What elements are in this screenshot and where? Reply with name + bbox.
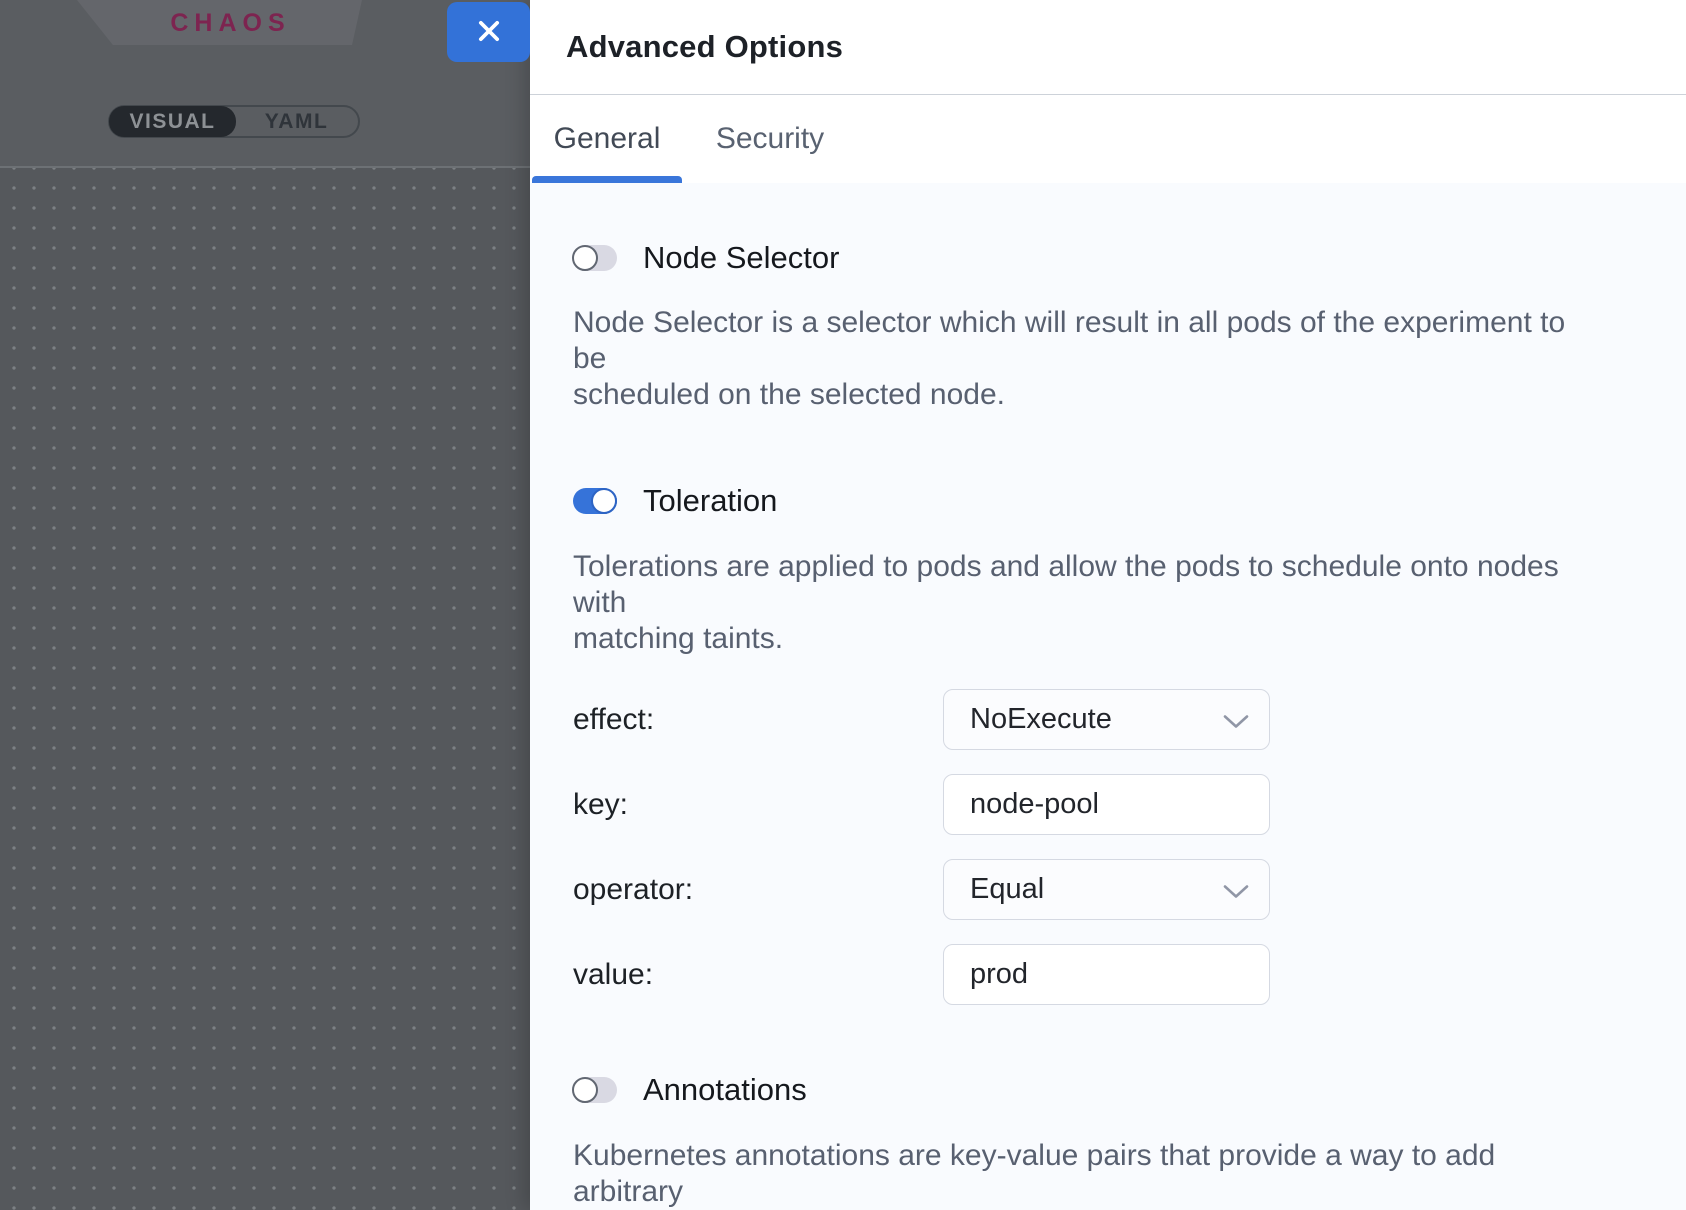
chevron-down-icon [1223, 703, 1249, 736]
desc-line: matching taints. [573, 621, 1606, 657]
toggle-knob [591, 488, 617, 514]
key-input[interactable] [943, 774, 1270, 835]
toggle-knob [572, 1077, 598, 1103]
value-row: value: [573, 944, 1606, 1005]
annotations-toggle[interactable] [573, 1077, 617, 1103]
drawer-title: Advanced Options [566, 29, 843, 65]
effect-label: effect: [573, 703, 943, 737]
toleration-label: Toleration [643, 483, 777, 519]
operator-select[interactable]: Equal [943, 859, 1270, 920]
key-label: key: [573, 788, 943, 822]
visual-tab[interactable]: VISUAL [109, 106, 236, 137]
toleration-row: Toleration [573, 484, 1606, 518]
chaos-studio-background: CHAOS STUDIO VISUAL YAML [0, 0, 530, 1210]
operator-row: operator: Equal [573, 859, 1606, 920]
experiment-canvas [0, 168, 530, 1210]
annotations-label: Annotations [643, 1072, 807, 1108]
toleration-toggle[interactable] [573, 488, 617, 514]
close-icon [475, 17, 503, 48]
drawer-header: Advanced Options [530, 0, 1686, 95]
effect-row: effect: NoExecute [573, 689, 1606, 750]
node-selector-toggle[interactable] [573, 245, 617, 271]
toleration-description: Tolerations are applied to pods and allo… [573, 549, 1606, 657]
node-selector-description: Node Selector is a selector which will r… [573, 305, 1606, 413]
chaos-studio-logo: CHAOS STUDIO [77, 0, 362, 45]
toleration-form: effect: NoExecute key: operator: Equal [573, 689, 1606, 1005]
tab-general[interactable]: General [532, 95, 682, 183]
advanced-options-drawer: Advanced Options General Security Node S… [530, 0, 1686, 1210]
chaos-studio-logo-text: CHAOS STUDIO [77, 0, 362, 45]
desc-line: Kubernetes annotations are key-value pai… [573, 1138, 1606, 1210]
active-tab-underline [532, 176, 682, 183]
value-input[interactable] [943, 944, 1270, 1005]
close-drawer-button[interactable] [447, 2, 530, 62]
drawer-body: Node Selector Node Selector is a selecto… [530, 241, 1686, 1210]
drawer-tabs: General Security [530, 95, 1686, 183]
desc-line: scheduled on the selected node. [573, 377, 1606, 413]
effect-value: NoExecute [970, 703, 1112, 736]
toggle-knob [572, 245, 598, 271]
node-selector-label: Node Selector [643, 240, 839, 276]
desc-line: Node Selector is a selector which will r… [573, 305, 1606, 377]
node-selector-row: Node Selector [573, 241, 1606, 275]
key-row: key: [573, 774, 1606, 835]
operator-label: operator: [573, 873, 943, 907]
operator-value: Equal [970, 873, 1044, 906]
value-label: value: [573, 958, 943, 992]
annotations-row: Annotations [573, 1073, 1606, 1107]
tab-general-label: General [554, 122, 661, 156]
tab-security[interactable]: Security [682, 95, 858, 183]
effect-select[interactable]: NoExecute [943, 689, 1270, 750]
visual-yaml-toggle[interactable]: VISUAL YAML [108, 105, 360, 138]
tab-security-label: Security [716, 122, 824, 156]
annotations-description: Kubernetes annotations are key-value pai… [573, 1138, 1606, 1210]
yaml-tab[interactable]: YAML [235, 107, 358, 136]
chevron-down-icon [1223, 873, 1249, 906]
desc-line: Tolerations are applied to pods and allo… [573, 549, 1606, 621]
